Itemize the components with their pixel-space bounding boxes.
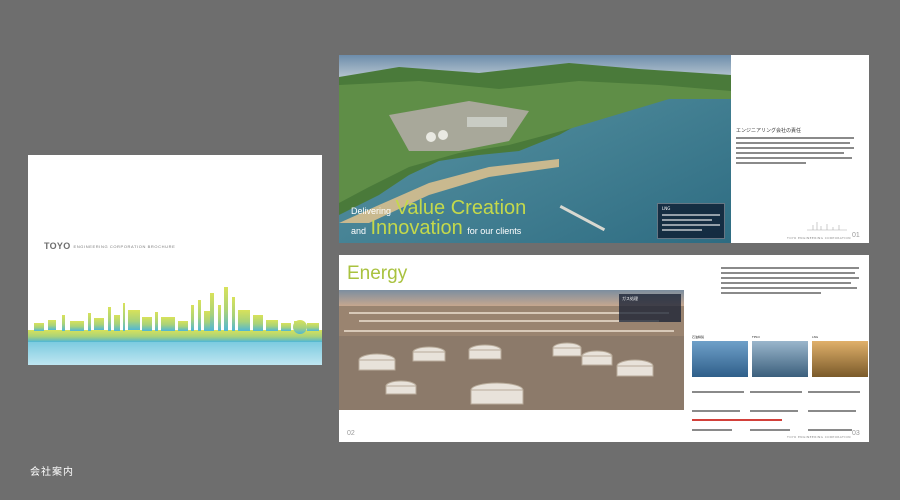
section-title-energy: Energy: [347, 263, 408, 284]
info-label: LNG: [662, 206, 671, 211]
footer-skyline-mark: [807, 222, 847, 231]
refinery-thumb-photo: [692, 341, 748, 377]
fpso-thumb-photo: [752, 341, 808, 377]
headline-value-creation: Value Creation: [395, 197, 527, 219]
brochure-spread-intro: Delivering Value Creation and Innovation…: [339, 55, 869, 243]
brochure-cover: TOYO ENGINEERING CORPORATION BROCHURE: [28, 155, 322, 365]
lng-thumb-photo: [812, 341, 868, 377]
thumb-captions: [692, 381, 862, 438]
headline-suffix: for our clients: [467, 226, 522, 236]
section-title-jp: エンジニアリング会社の責任: [736, 128, 802, 134]
thumb-label-fpso: FPSO: [752, 335, 760, 339]
red-note-line: [692, 419, 782, 421]
brochure-spread-energy: Energy ガス処理 石油精製 FPSO LNG 02 TOYO ENGINE…: [339, 255, 869, 442]
page-number-left: 02: [347, 430, 355, 437]
skyline-illustration: [28, 287, 322, 365]
headline-line-2: and Innovation for our clients: [351, 217, 521, 240]
footer-logo: TOYO ENGINEERING CORPORATION: [787, 236, 851, 240]
thumb-label-lng: LNG: [812, 335, 819, 339]
gas-processing-plant-photo: [339, 290, 684, 410]
energy-body-text: [721, 267, 861, 297]
caption-company-brochure: 会社案内: [30, 467, 74, 478]
headline-innovation: Innovation: [370, 217, 463, 239]
photo-label: ガス処理: [622, 296, 638, 301]
page-number-right: 03: [852, 430, 860, 437]
thumb-label-refinery: 石油精製: [692, 335, 705, 339]
body-text-block: [736, 137, 856, 167]
headline-prefix: Delivering: [351, 206, 392, 216]
headline-and: and: [351, 226, 367, 236]
project-info-box: LNG: [657, 203, 725, 239]
footer-logo: TOYO ENGINEERING CORPORATION: [787, 435, 851, 439]
page-number: 01: [852, 232, 860, 239]
